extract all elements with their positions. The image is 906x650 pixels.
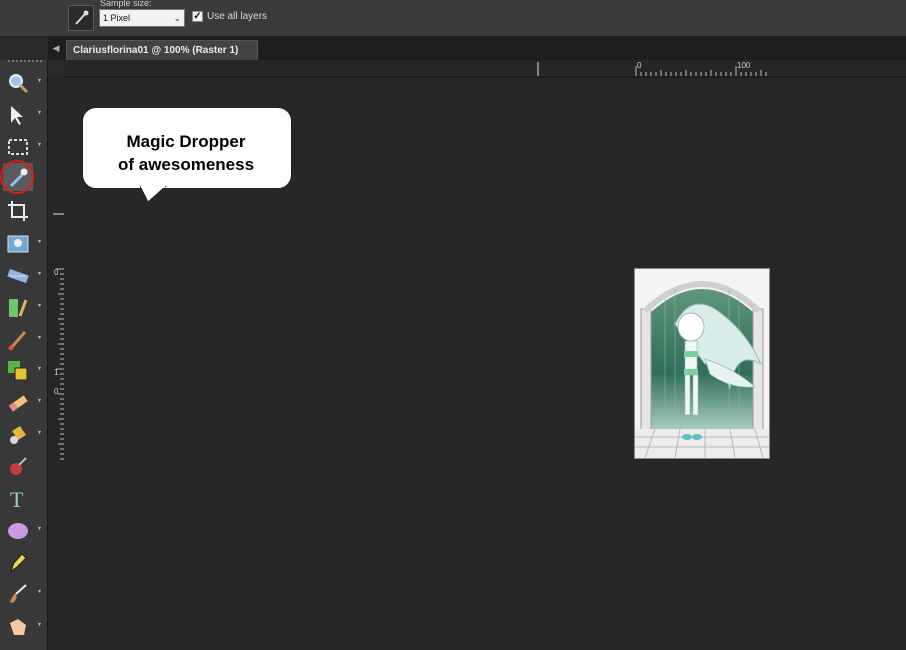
flyout-arrow-icon[interactable]: ▾ <box>38 525 41 532</box>
use-all-layers-checkbox[interactable]: ✓ <box>192 11 203 22</box>
flyout-arrow-icon[interactable]: ▾ <box>38 588 41 595</box>
vertical-ruler: 0 1 0 <box>48 76 64 650</box>
tab-scroll-left-icon[interactable]: ◀ <box>49 40 63 56</box>
flyout-arrow-icon[interactable]: ▾ <box>38 429 41 436</box>
ellipse-tool[interactable]: ▾ <box>3 516 41 544</box>
highlight-circle <box>0 160 34 194</box>
pick-arrow-icon <box>11 106 23 125</box>
pen-tool[interactable] <box>3 547 33 575</box>
flyout-arrow-icon[interactable]: ▾ <box>38 365 41 372</box>
ruler-top-label: 0 <box>637 61 642 70</box>
paint-brush-icon <box>8 331 27 351</box>
speech-bubble-text: Magic Dropper of awesomeness <box>86 130 286 176</box>
speech-bubble-tail <box>140 186 167 203</box>
horizontal-ruler: 0 100 <box>63 60 906 76</box>
ruler-top-label: 100 <box>737 61 751 70</box>
paint-brush-tool[interactable]: ▾ <box>3 325 41 353</box>
flyout-arrow-icon[interactable]: ▾ <box>38 397 41 404</box>
color-replacer-icon <box>8 361 28 381</box>
smudge-tool[interactable]: ▾ <box>3 612 41 640</box>
color-replacer-tool[interactable]: ▾ <box>3 356 41 384</box>
eraser-icon <box>8 395 28 412</box>
clone-tool[interactable]: ▾ <box>3 293 41 321</box>
crop-icon <box>8 201 28 221</box>
ruler-left-label: 0 <box>54 387 59 396</box>
speech-bubble-line2: of awesomeness <box>117 155 255 174</box>
eraser-tool[interactable]: ▾ <box>3 388 41 416</box>
canvas-top-edge <box>64 76 906 78</box>
selection-tool[interactable]: ▾ <box>3 132 41 160</box>
sample-size-select[interactable]: 1 Pixel ⌄ <box>99 9 185 27</box>
zoom-icon <box>9 74 29 94</box>
pick-tool[interactable]: ▾ <box>3 100 41 128</box>
toolbox-grip[interactable] <box>8 60 42 65</box>
straighten-icon <box>7 268 29 284</box>
flyout-arrow-icon[interactable]: ▾ <box>38 270 41 277</box>
crop-tool[interactable] <box>3 196 33 224</box>
selection-rectangle-icon <box>8 139 28 155</box>
document-image[interactable] <box>634 268 770 459</box>
flyout-arrow-icon[interactable]: ▾ <box>38 77 41 84</box>
chevron-down-icon: ⌄ <box>173 13 181 23</box>
flyout-arrow-icon[interactable]: ▾ <box>38 302 41 309</box>
photo-fix-icon <box>7 235 29 253</box>
text-tool[interactable]: T <box>3 484 33 512</box>
document-tab[interactable]: Clariusflorina01 @ 100% (Raster 1) <box>66 40 258 60</box>
flyout-arrow-icon[interactable]: ▾ <box>38 141 41 148</box>
ellipse-icon <box>8 523 28 539</box>
photo-fix-tool[interactable]: ▾ <box>3 229 41 257</box>
svg-text:T: T <box>10 487 24 511</box>
flyout-arrow-icon[interactable]: ▾ <box>38 334 41 341</box>
smudge-icon <box>10 619 26 635</box>
straighten-tool[interactable]: ▾ <box>3 261 41 289</box>
character-artwork <box>635 269 769 458</box>
tool-preset-button[interactable] <box>68 5 94 31</box>
use-all-layers-label: Use all layers <box>207 11 268 22</box>
flyout-arrow-icon[interactable]: ▾ <box>38 238 41 245</box>
flyout-arrow-icon[interactable]: ▾ <box>38 109 41 116</box>
art-brush-tool[interactable]: ▾ <box>3 579 41 607</box>
zoom-tool[interactable]: ▾ <box>3 68 41 96</box>
flyout-arrow-icon[interactable]: ▾ <box>38 621 41 628</box>
ruler-left-label: 1 <box>54 368 59 377</box>
picture-tube-icon <box>10 457 27 475</box>
flood-fill-icon <box>10 426 26 444</box>
art-brush-icon <box>10 584 27 603</box>
pen-icon <box>9 553 27 573</box>
sample-size-label: Sample size: <box>100 0 152 8</box>
ruler-left-label: 0 <box>54 268 59 277</box>
clone-brush-icon <box>9 299 28 317</box>
sample-size-value: 1 Pixel <box>103 13 131 23</box>
dropper-preset-icon <box>75 10 89 25</box>
picture-tube-tool[interactable] <box>3 452 33 480</box>
flood-fill-tool[interactable]: ▾ <box>3 420 41 448</box>
text-icon: T <box>10 487 24 511</box>
speech-bubble-line1: Magic Dropper <box>126 132 246 151</box>
